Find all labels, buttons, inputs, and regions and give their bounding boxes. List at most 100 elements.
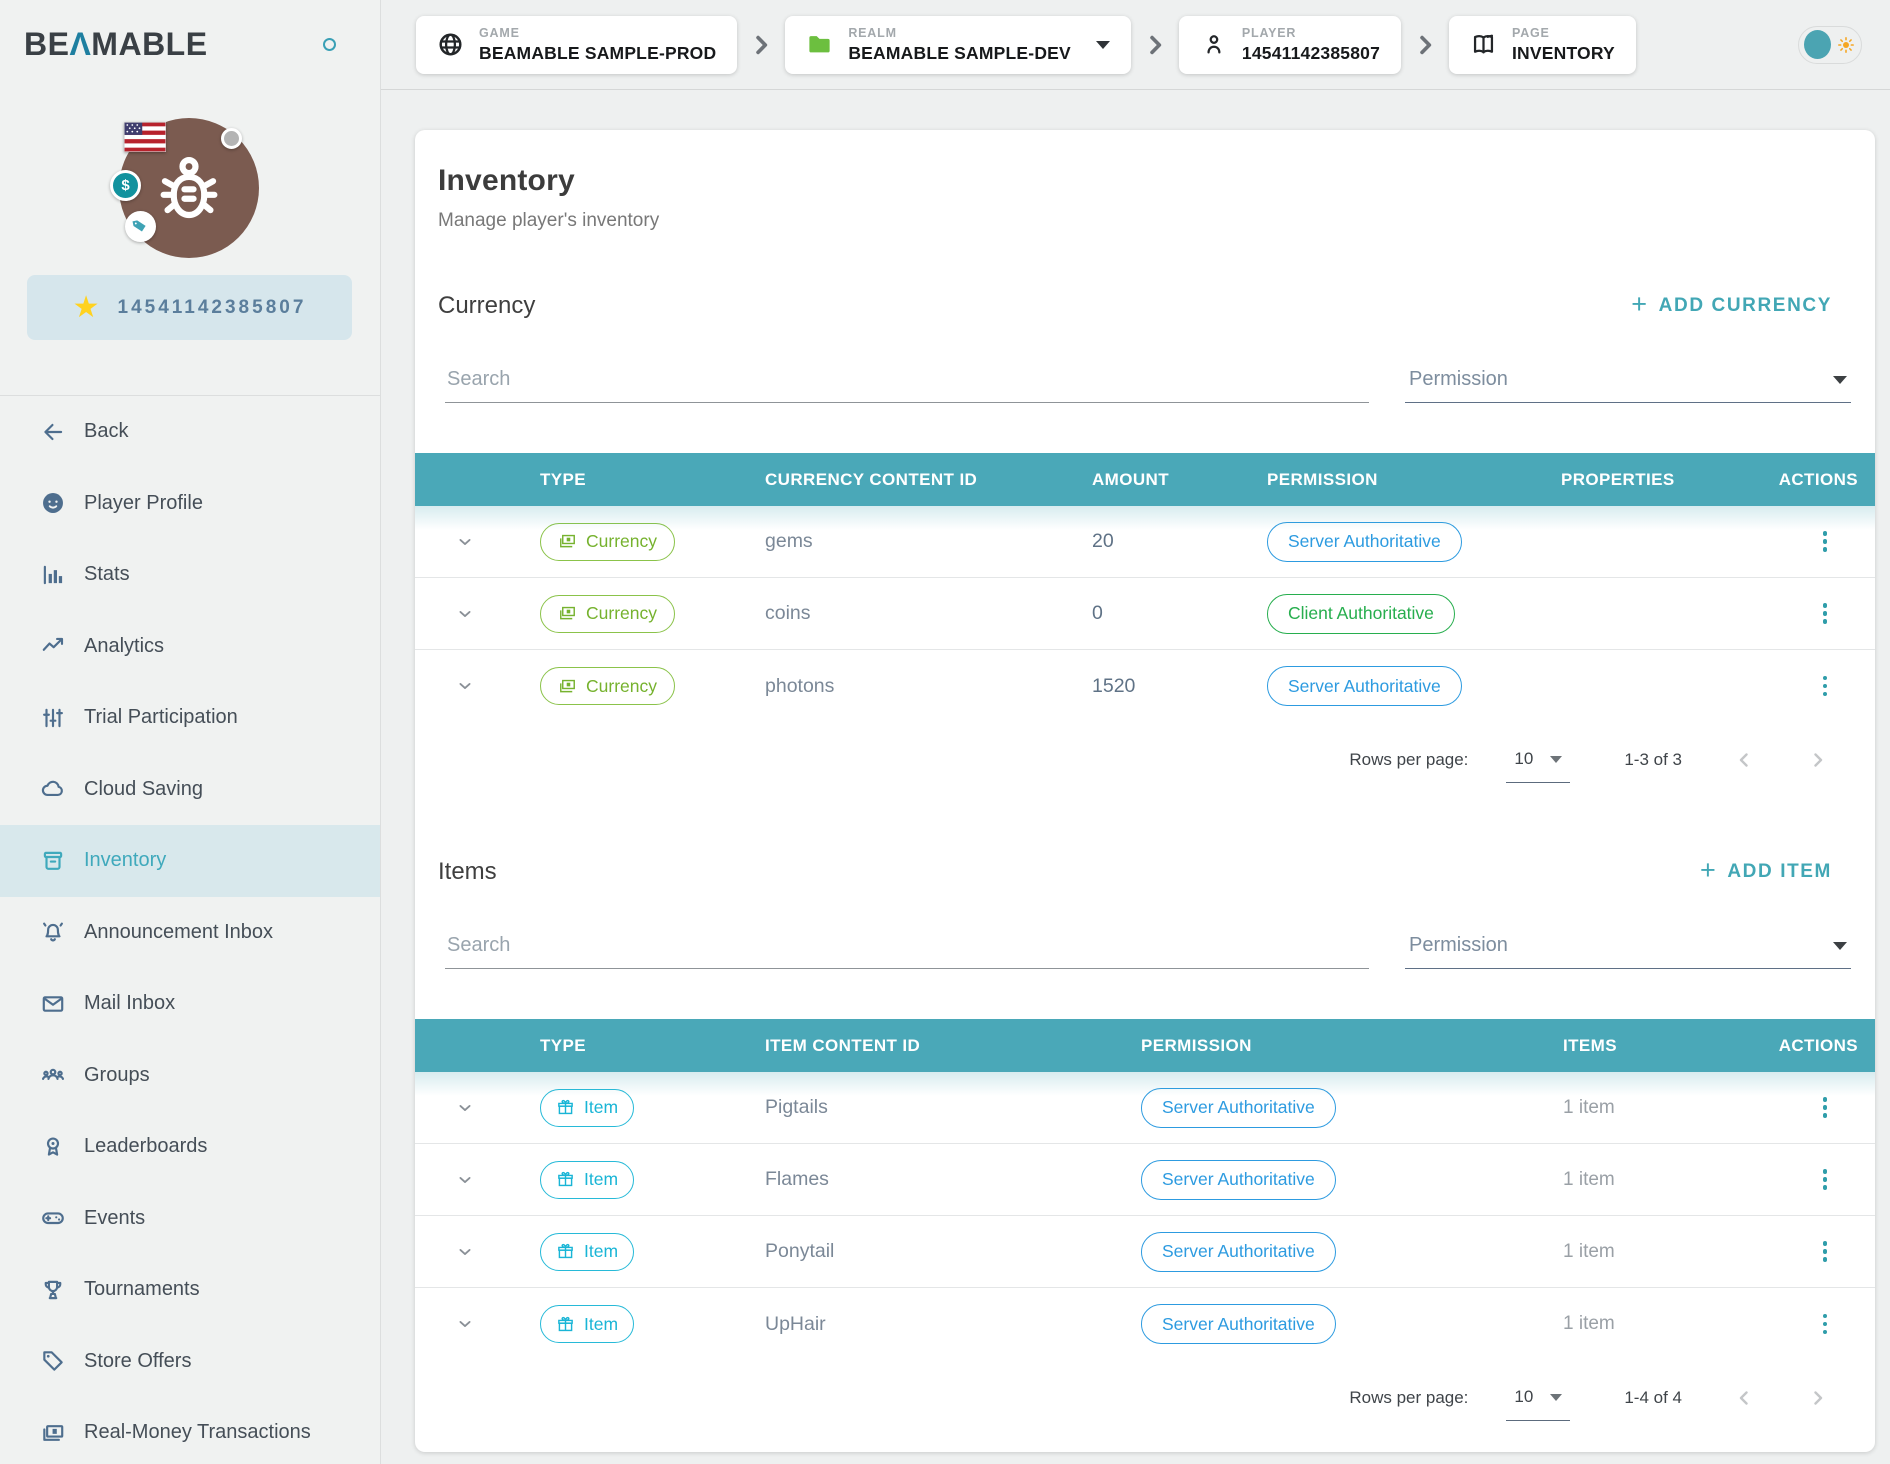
add-currency-button[interactable]: + ADD CURRENCY [1631, 294, 1832, 318]
sidebar-item-real-money-transactions[interactable]: Real-Money Transactions [0, 1397, 380, 1464]
currency-type-pill: Currency [540, 667, 675, 705]
permission-pill: Client Authoritative [1267, 594, 1455, 634]
row-expander[interactable] [415, 1170, 540, 1190]
sidebar-item-tournaments[interactable]: Tournaments [0, 1254, 380, 1326]
breadcrumb-page[interactable]: PAGE INVENTORY [1449, 16, 1636, 74]
rows-per-page-select[interactable]: 10 [1510, 749, 1566, 771]
envelope-icon [40, 991, 66, 1017]
folder-icon [806, 31, 833, 58]
sidebar-item-mail-inbox[interactable]: Mail Inbox [0, 968, 380, 1040]
rows-per-page-select[interactable]: 10 [1510, 1387, 1566, 1409]
breadcrumb-player[interactable]: PLAYER 14541142385807 [1179, 16, 1401, 74]
prev-page-button[interactable] [1732, 1386, 1756, 1410]
items-table-header: TYPE ITEM CONTENT ID PERMISSION ITEMS AC… [415, 1019, 1875, 1072]
beamable-logo: BEΛMABLE [24, 26, 208, 63]
sidebar-item-stats[interactable]: Stats [0, 539, 380, 611]
bug-icon [150, 149, 228, 227]
beamable-portal: BEΛMABLE [0, 0, 1890, 1464]
row-actions-kebab[interactable] [1817, 525, 1834, 558]
sidebar-item-store-offers[interactable]: Store Offers [0, 1326, 380, 1398]
row-actions-kebab[interactable] [1817, 1091, 1834, 1124]
breadcrumb-realm-label: REALM [848, 26, 1071, 40]
book-icon [1470, 31, 1497, 58]
row-actions-kebab[interactable] [1817, 1235, 1834, 1268]
sun-icon [1836, 35, 1856, 55]
plus-icon: + [1700, 857, 1717, 884]
row-expander[interactable] [415, 1314, 540, 1334]
permission-pill: Server Authoritative [1141, 1232, 1336, 1272]
breadcrumb-page-label: PAGE [1512, 26, 1615, 40]
inventory-card: Inventory Manage player's inventory Curr… [415, 130, 1875, 1452]
items-table: TYPE ITEM CONTENT ID PERMISSION ITEMS AC… [415, 1019, 1875, 1360]
row-actions-kebab[interactable] [1817, 670, 1834, 703]
next-page-button[interactable] [1806, 748, 1830, 772]
items-search-input[interactable] [445, 928, 1369, 969]
theme-toggle[interactable] [1798, 26, 1862, 64]
prev-page-button[interactable] [1732, 748, 1756, 772]
table-row: Item Pigtails Server Authoritative 1 ite… [415, 1072, 1875, 1144]
row-actions-kebab[interactable] [1817, 1163, 1834, 1196]
breadcrumb-game[interactable]: GAME BEAMABLE SAMPLE-PROD [416, 16, 737, 74]
row-expander[interactable] [415, 532, 540, 552]
sidebar-item-groups[interactable]: Groups [0, 1040, 380, 1112]
sidebar-item-player-profile[interactable]: Player Profile [0, 468, 380, 540]
chevron-down-icon [1550, 756, 1562, 763]
sidebar-item-announcement-inbox[interactable]: Announcement Inbox [0, 897, 380, 969]
gamepad-icon [40, 1205, 66, 1231]
dollar-badge-icon: $ [110, 170, 141, 201]
people-icon [40, 1062, 66, 1088]
sidebar-item-cloud-saving[interactable]: Cloud Saving [0, 754, 380, 826]
add-item-button[interactable]: + ADD ITEM [1700, 860, 1832, 884]
medal-icon [40, 1134, 66, 1160]
pagination-range: 1-3 of 3 [1624, 750, 1682, 770]
item-type-pill: Item [540, 1233, 634, 1271]
permission-pill: Server Authoritative [1267, 666, 1462, 706]
currency-permission-select[interactable]: Permission [1405, 362, 1851, 403]
tag-icon [40, 1348, 66, 1374]
currency-search-input[interactable] [445, 362, 1369, 403]
chevron-right-icon [1412, 32, 1438, 58]
items-permission-select[interactable]: Permission [1405, 928, 1851, 969]
cloud-icon [40, 776, 66, 802]
items-section-title: Items [438, 858, 497, 886]
row-actions-kebab[interactable] [1817, 597, 1834, 630]
breadcrumb-realm-value: BEAMABLE SAMPLE-DEV [848, 43, 1071, 64]
player-id-badge: ★ 14541142385807 [27, 275, 352, 340]
sidebar-item-trial-participation[interactable]: Trial Participation [0, 682, 380, 754]
sidebar: BEΛMABLE [0, 0, 381, 1464]
trophy-icon [40, 1277, 66, 1303]
chevron-down-icon [1833, 376, 1847, 384]
tag-badge-icon [125, 211, 156, 242]
back-arrow-icon [40, 419, 66, 445]
currency-type-pill: Currency [540, 523, 675, 561]
sliders-icon [40, 705, 66, 731]
permission-pill: Server Authoritative [1141, 1304, 1336, 1344]
banknote-icon [40, 1420, 66, 1446]
currency-pagination: Rows per page: 10 1-3 of 3 [415, 722, 1875, 772]
plus-icon: + [1631, 291, 1648, 318]
breadcrumb-game-label: GAME [479, 26, 716, 40]
row-expander[interactable] [415, 1242, 540, 1262]
row-expander[interactable] [415, 676, 540, 696]
next-page-button[interactable] [1806, 1386, 1830, 1410]
row-actions-kebab[interactable] [1817, 1308, 1834, 1341]
us-flag-icon [124, 122, 166, 152]
inventory-box-icon [40, 848, 66, 874]
bell-icon [40, 919, 66, 945]
sidebar-item-analytics[interactable]: Analytics [0, 611, 380, 683]
sidebar-item-leaderboards[interactable]: Leaderboards [0, 1111, 380, 1183]
breadcrumb-player-value: 14541142385807 [1242, 43, 1380, 64]
row-expander[interactable] [415, 1098, 540, 1118]
rows-per-page-label: Rows per page: [1349, 1388, 1468, 1408]
breadcrumb-realm[interactable]: REALM BEAMABLE SAMPLE-DEV [785, 16, 1131, 74]
table-row: Item Ponytail Server Authoritative 1 ite… [415, 1216, 1875, 1288]
row-expander[interactable] [415, 604, 540, 624]
sidebar-item-events[interactable]: Events [0, 1183, 380, 1255]
sidebar-item-back[interactable]: Back [0, 396, 380, 468]
face-icon [40, 490, 66, 516]
table-row: Item Flames Server Authoritative 1 item [415, 1144, 1875, 1216]
breadcrumb-bar: GAME BEAMABLE SAMPLE-PROD REALM BEAMABLE… [381, 0, 1890, 90]
sidebar-item-inventory[interactable]: Inventory [0, 825, 380, 897]
chevron-down-icon [1096, 41, 1110, 49]
rows-per-page-label: Rows per page: [1349, 750, 1468, 770]
